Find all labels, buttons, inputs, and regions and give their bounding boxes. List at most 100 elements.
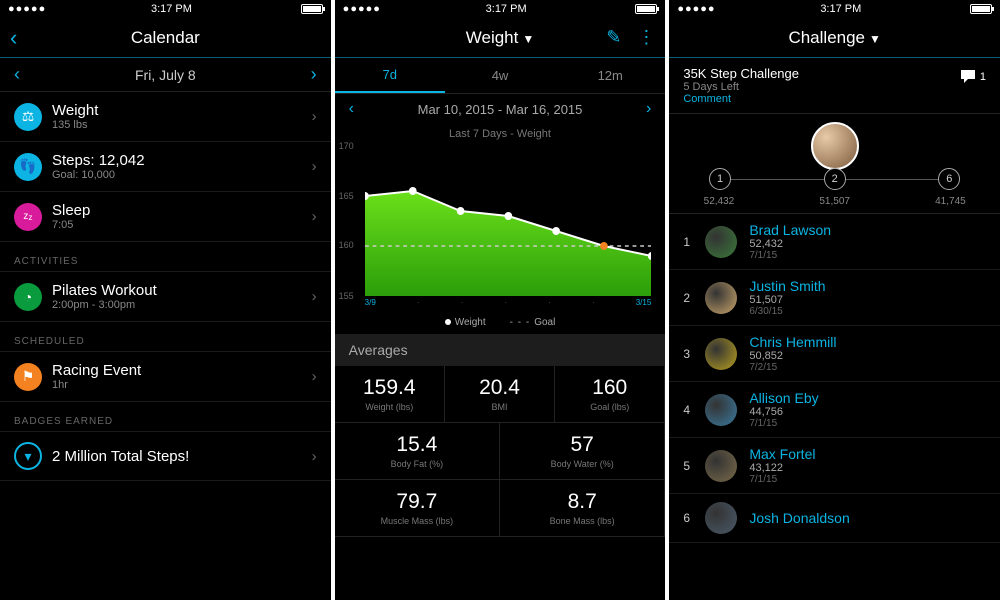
prev-range-button[interactable]: ‹ [349, 100, 354, 118]
user-avatar [705, 450, 737, 482]
user-date: 7/1/15 [749, 250, 831, 261]
weight-screen: ●●●●● 3:17 PM Weight▼ ✎ ⋮ 7d 4w 12m ‹ Ma… [335, 0, 666, 600]
signal-dots-icon: ●●●●● [8, 3, 46, 15]
page-title[interactable]: Weight▼ [466, 28, 535, 48]
chevron-right-icon: › [312, 368, 317, 385]
chevron-right-icon: › [312, 158, 317, 175]
rank-number: 1 [683, 235, 693, 249]
tab-12m[interactable]: 12m [555, 58, 665, 93]
speech-bubble-icon [959, 68, 977, 86]
avg-bone-mass: 8.7Bone Mass (lbs) [500, 480, 665, 537]
next-range-button[interactable]: › [646, 100, 651, 118]
back-button[interactable]: ‹ [10, 25, 17, 51]
sleep-duration: 7:05 [52, 219, 90, 231]
x-ticks: 3/9·····3/15 [365, 298, 652, 307]
selected-date: Fri, July 8 [135, 67, 196, 83]
caret-down-icon: ▼ [869, 32, 881, 46]
y-tick: 155 [339, 291, 354, 301]
footsteps-icon: 👣 [14, 153, 42, 181]
averages-row-2: 15.4Body Fat (%) 57Body Water (%) [335, 423, 666, 480]
scheduled-row[interactable]: ⚑ Racing Event 1hr › [0, 352, 331, 402]
badge-shield-icon: ▾ [14, 442, 42, 470]
tab-4w[interactable]: 4w [445, 58, 555, 93]
scheduled-duration: 1hr [52, 379, 141, 391]
rank-number: 3 [683, 347, 693, 361]
date-selector[interactable]: ‹ Fri, July 8 › [0, 58, 331, 92]
next-day-button[interactable]: › [311, 64, 317, 85]
challenge-header: 35K Step Challenge 5 Days Left Comment 1 [669, 58, 1000, 114]
user-date: 7/1/15 [749, 418, 818, 429]
chevron-right-icon: › [312, 288, 317, 305]
user-score: 50,852 [749, 350, 836, 362]
podium-score-2: 51,507 [819, 196, 850, 207]
signal-dots-icon: ●●●●● [677, 3, 715, 15]
leaderboard-row[interactable]: 2Justin Smith51,5076/30/15 [669, 270, 1000, 326]
my-avatar[interactable] [811, 122, 859, 170]
comment-link[interactable]: Comment [683, 93, 986, 105]
leaderboard-row[interactable]: 4Allison Eby44,7567/1/15 [669, 382, 1000, 438]
avg-muscle-mass: 79.7Muscle Mass (lbs) [335, 480, 500, 537]
battery-icon [970, 4, 992, 14]
rank-number: 2 [683, 291, 693, 305]
status-bar: ●●●●● 3:17 PM [335, 0, 666, 18]
user-date: 7/1/15 [749, 474, 815, 485]
sleep-label: Sleep [52, 202, 90, 219]
leaderboard-row[interactable]: 5Max Fortel43,1227/1/15 [669, 438, 1000, 494]
leaderboard-row[interactable]: 3Chris Hemmill50,8527/2/15 [669, 326, 1000, 382]
calendar-screen: ●●●●● 3:17 PM ‹ Calendar ‹ Fri, July 8 ›… [0, 0, 331, 600]
activity-time: 2:00pm - 3:00pm [52, 299, 157, 311]
podium-rank-6[interactable]: 6 [938, 168, 960, 190]
page-title[interactable]: Challenge▼ [788, 28, 880, 48]
podium-rank-1[interactable]: 1 [709, 168, 731, 190]
badge-row[interactable]: ▾ 2 Million Total Steps! › [0, 432, 331, 481]
chevron-right-icon: › [312, 108, 317, 125]
tab-7d[interactable]: 7d [335, 58, 445, 93]
activity-row[interactable]: ◔ Pilates Workout 2:00pm - 3:00pm › [0, 272, 331, 322]
podium-rank-2[interactable]: 2 [824, 168, 846, 190]
chevron-right-icon: › [312, 208, 317, 225]
sleep-row[interactable]: zz Sleep 7:05 › [0, 192, 331, 242]
podium-score-1: 52,432 [704, 196, 735, 207]
signal-dots-icon: ●●●●● [343, 3, 381, 15]
averages-header: Averages [335, 334, 666, 366]
leaderboard-row[interactable]: 1 Brad Lawson52,4327/1/15 [669, 214, 1000, 270]
battery-icon [635, 4, 657, 14]
y-tick: 160 [339, 240, 354, 250]
user-name: Josh Donaldson [749, 510, 849, 526]
status-time: 3:17 PM [151, 3, 192, 15]
badges-header: BADGES EARNED [0, 402, 331, 432]
rank-number: 6 [683, 511, 693, 525]
weight-row[interactable]: ⚖ Weight 135 lbs › [0, 92, 331, 142]
scheduled-header: SCHEDULED [0, 322, 331, 352]
status-time: 3:17 PM [820, 3, 861, 15]
weight-scale-icon: ⚖ [14, 103, 42, 131]
weight-chart[interactable]: 170 165 160 155 [365, 146, 652, 296]
user-avatar [705, 338, 737, 370]
podium-score-6: 41,745 [935, 196, 966, 207]
edit-button[interactable]: ✎ [606, 27, 621, 48]
weight-label: Weight [52, 102, 98, 119]
comment-count-badge[interactable]: 1 [959, 68, 986, 86]
sleep-icon: zz [14, 203, 42, 231]
user-name: Allison Eby [749, 390, 818, 406]
steps-label: Steps: 12,042 [52, 152, 145, 169]
battery-icon [301, 4, 323, 14]
caret-down-icon: ▼ [522, 32, 534, 46]
challenge-screen: ●●●●● 3:17 PM Challenge▼ 35K Step Challe… [669, 0, 1000, 600]
prev-day-button[interactable]: ‹ [14, 64, 20, 85]
avg-body-fat: 15.4Body Fat (%) [335, 423, 500, 480]
nav-bar: Challenge▼ [669, 18, 1000, 58]
y-tick: 170 [339, 141, 354, 151]
user-score: 51,507 [749, 294, 825, 306]
nav-bar: Weight▼ ✎ ⋮ [335, 18, 666, 58]
more-menu-button[interactable]: ⋮ [637, 27, 655, 48]
user-score: 44,756 [749, 406, 818, 418]
range-tabs: 7d 4w 12m [335, 58, 666, 94]
user-name: Brad Lawson [749, 222, 831, 238]
steps-goal: Goal: 10,000 [52, 169, 145, 181]
user-score: 52,432 [749, 238, 831, 250]
steps-row[interactable]: 👣 Steps: 12,042 Goal: 10,000 › [0, 142, 331, 192]
leaderboard-row[interactable]: 6 Josh Donaldson [669, 494, 1000, 543]
avg-body-water: 57Body Water (%) [500, 423, 665, 480]
challenge-name: 35K Step Challenge [683, 66, 986, 81]
